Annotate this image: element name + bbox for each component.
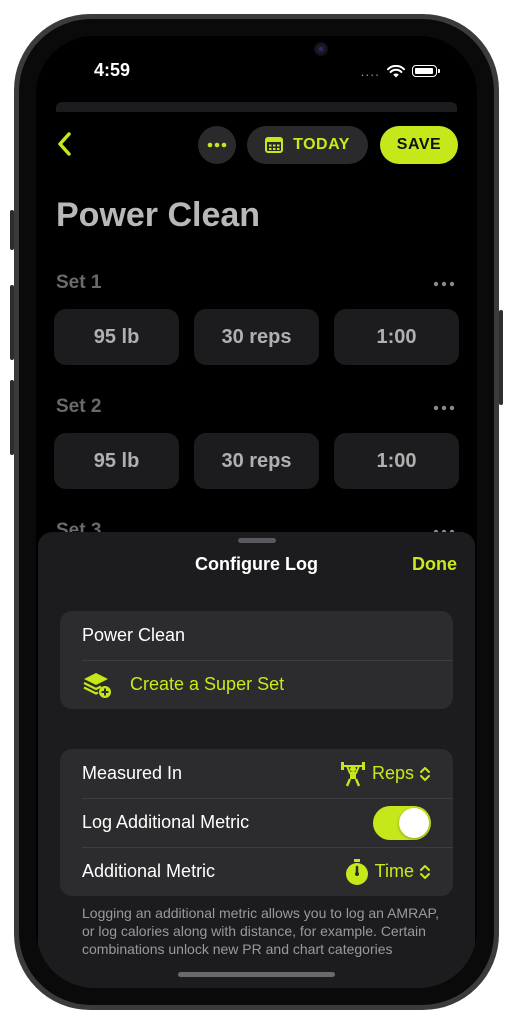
today-button[interactable]: TODAY	[247, 126, 368, 164]
chevron-up-down-icon	[420, 766, 430, 781]
chevron-left-icon	[58, 132, 71, 156]
set-reps-field[interactable]: 30 reps	[194, 433, 319, 489]
measured-in-value: Reps	[371, 763, 414, 783]
set-reps-field[interactable]: 30 reps	[194, 309, 319, 365]
status-time: 4:59	[94, 60, 131, 80]
dynamic-island	[166, 36, 347, 76]
today-label: TODAY	[293, 136, 350, 153]
sheet-grabber[interactable]	[238, 538, 276, 543]
screen: 4:59 .... TODAY SAVE Power Clean Set 1 9…	[36, 36, 477, 988]
weightlifter-icon	[340, 761, 365, 786]
back-button[interactable]	[54, 130, 78, 158]
action-button	[10, 210, 14, 250]
volume-up-button	[10, 285, 14, 360]
ellipsis-icon	[207, 142, 227, 148]
camera-icon	[314, 42, 328, 56]
page-title: Power Clean	[56, 196, 261, 234]
measured-in-row[interactable]: Measured In Reps	[60, 749, 453, 798]
chevron-up-down-icon	[420, 864, 430, 879]
more-options-button[interactable]	[198, 126, 236, 164]
home-indicator[interactable]	[178, 972, 335, 977]
log-additional-metric-label: Log Additional Metric	[82, 812, 250, 832]
sheet-title: Configure Log	[195, 554, 318, 574]
wifi-icon	[387, 64, 405, 77]
power-button	[499, 310, 503, 405]
set-label: Set 1	[56, 272, 102, 293]
previous-sheet-edge	[56, 102, 457, 112]
battery-icon	[412, 65, 440, 77]
additional-metric-row[interactable]: Additional Metric Time	[60, 847, 453, 896]
additional-metric-label: Additional Metric	[82, 861, 216, 881]
exercise-name: Power Clean	[82, 625, 186, 645]
set-options-icon[interactable]	[433, 281, 455, 287]
measured-in-label: Measured In	[82, 763, 183, 783]
exercise-name-row: Power Clean	[60, 611, 453, 660]
layers-add-icon	[83, 672, 111, 698]
set-time-field[interactable]: 1:00	[334, 309, 459, 365]
exercise-group: Power Clean Create a Super Set	[60, 611, 453, 709]
create-superset-label: Create a Super Set	[130, 674, 285, 694]
create-superset-row[interactable]: Create a Super Set	[60, 660, 453, 709]
stopwatch-icon	[345, 858, 368, 885]
calendar-icon	[265, 137, 284, 153]
volume-down-button	[10, 380, 14, 455]
log-additional-metric-row: Log Additional Metric	[60, 798, 453, 847]
measured-in-picker[interactable]: Reps	[339, 760, 431, 788]
set-label: Set 2	[56, 396, 102, 417]
set-weight-field[interactable]: 95 lb	[54, 309, 179, 365]
save-button[interactable]: SAVE	[380, 126, 458, 164]
signal-icon: ....	[360, 63, 380, 79]
done-button[interactable]: Done	[412, 554, 457, 575]
status-icons: ....	[360, 63, 440, 79]
log-additional-metric-toggle[interactable]	[373, 805, 431, 840]
measurement-settings-group: Measured In Reps Log Additional Metric A…	[60, 749, 453, 896]
set-time-field[interactable]: 1:00	[334, 433, 459, 489]
set-weight-field[interactable]: 95 lb	[54, 433, 179, 489]
toggle-container	[373, 805, 431, 840]
toggle-knob	[399, 807, 429, 838]
additional-metric-footnote: Logging an additional metric allows you …	[82, 905, 439, 957]
additional-metric-picker[interactable]: Time	[344, 858, 431, 886]
additional-metric-value: Time	[374, 861, 414, 881]
set-options-icon[interactable]	[433, 405, 455, 411]
